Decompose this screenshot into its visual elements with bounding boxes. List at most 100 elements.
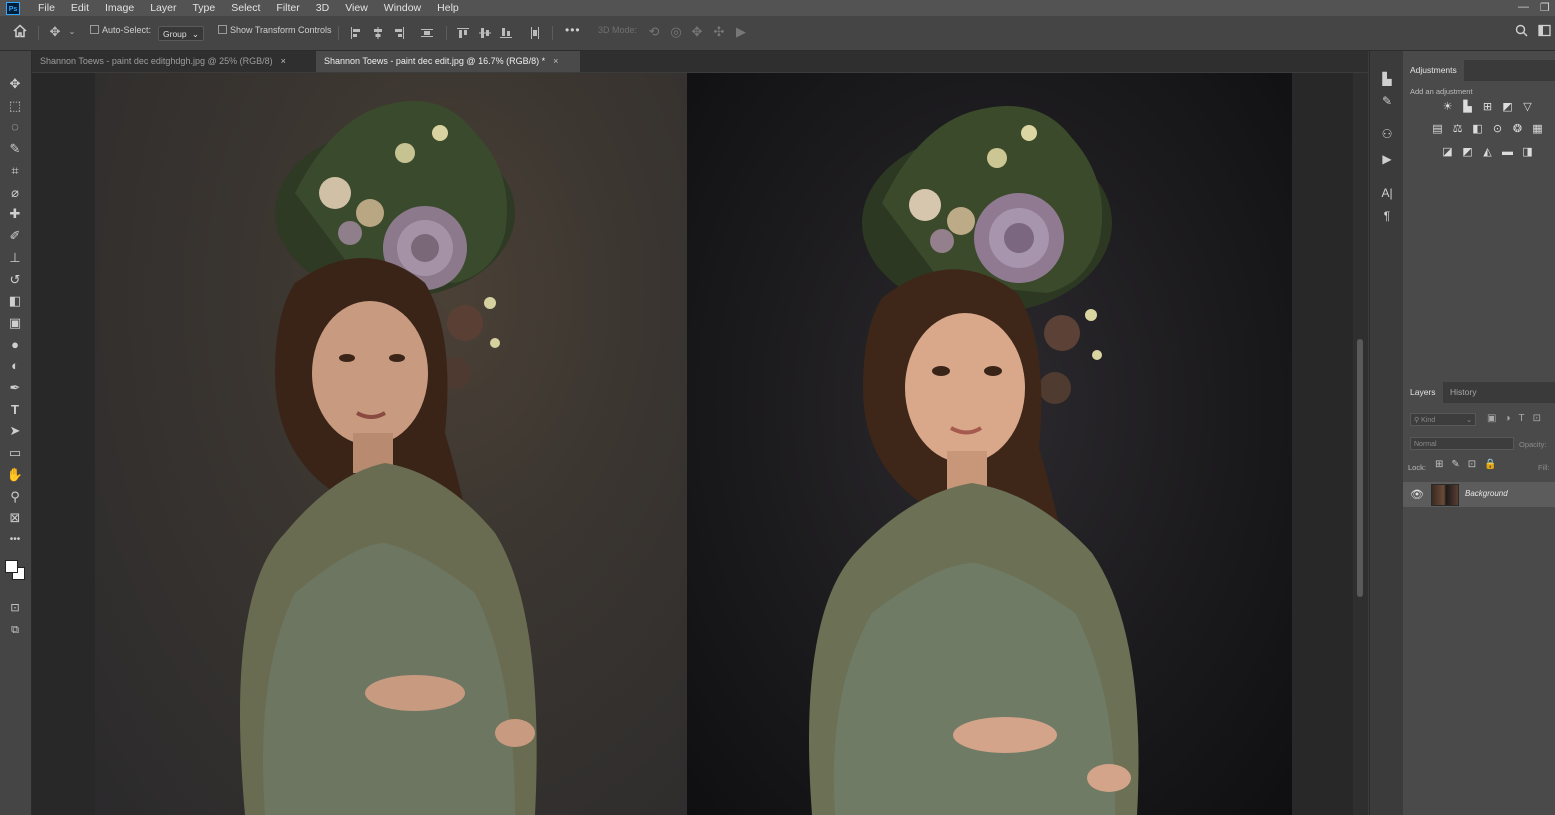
color-swatches[interactable]	[3, 553, 25, 583]
menu-layer[interactable]: Layer	[142, 2, 184, 14]
3d-roll-icon[interactable]: ◎	[668, 24, 684, 40]
search-icon[interactable]	[1513, 24, 1529, 40]
crop-tool[interactable]: ⌗	[5, 162, 25, 180]
tab-adjustments[interactable]: Adjustments	[1403, 60, 1464, 81]
foreground-color-swatch[interactable]	[5, 560, 18, 573]
posterize-icon[interactable]: ◩	[1461, 146, 1474, 158]
align-right-icon[interactable]	[393, 27, 405, 39]
clone-source-icon[interactable]: ⚇	[1378, 126, 1396, 142]
minimize-button[interactable]: —	[1518, 1, 1529, 13]
invert-icon[interactable]: ◪	[1441, 146, 1454, 158]
show-transform-checkbox[interactable]: Show Transform Controls	[218, 25, 332, 35]
color-balance-icon[interactable]: ⚖	[1451, 123, 1464, 135]
brush-settings-icon[interactable]: ✎	[1378, 93, 1396, 109]
lock-icons[interactable]: ⊞✎⊡🔒	[1435, 459, 1505, 470]
home-icon[interactable]	[12, 24, 28, 40]
3d-slide-icon[interactable]: ✣	[711, 24, 727, 40]
dodge-tool[interactable]: ◐	[5, 357, 25, 375]
threshold-icon[interactable]: ◭	[1481, 146, 1494, 158]
paragraph-icon[interactable]: ¶	[1378, 208, 1396, 224]
3d-camera-icon[interactable]: ▶	[733, 24, 749, 40]
align-top-icon[interactable]	[457, 27, 469, 39]
menu-window[interactable]: Window	[376, 2, 429, 14]
gradient-map-icon[interactable]: ▬	[1501, 146, 1514, 158]
layer-row-background[interactable]: 👁 Background	[1403, 482, 1555, 507]
character-icon[interactable]: A|	[1378, 185, 1396, 201]
align-left-icon[interactable]	[350, 27, 362, 39]
tab-document-1[interactable]: Shannon Toews - paint dec editghdgh.jpg …	[32, 51, 314, 72]
pen-tool[interactable]: ✒	[5, 379, 25, 397]
eyedropper-tool[interactable]: ⌀	[5, 184, 25, 202]
blur-tool[interactable]: ●	[5, 336, 25, 354]
quick-mask-icon[interactable]: ⊡	[5, 599, 25, 617]
exposure-icon[interactable]: ◩	[1501, 101, 1514, 113]
vibrance-icon[interactable]: ▽	[1521, 101, 1534, 113]
menu-help[interactable]: Help	[429, 2, 467, 14]
eye-icon[interactable]: 👁	[1410, 488, 1424, 501]
align-middle-icon[interactable]	[479, 27, 491, 39]
brush-tool[interactable]: ✐	[5, 227, 25, 245]
menu-select[interactable]: Select	[223, 2, 268, 14]
type-tool[interactable]: T	[5, 401, 25, 419]
workspace-icon[interactable]	[1536, 24, 1552, 40]
restore-button[interactable]: ❐	[1540, 1, 1550, 14]
layer-filter-kind[interactable]: ⚲ Kind ⌄	[1410, 413, 1476, 426]
marquee-tool[interactable]: ⬚	[5, 97, 25, 115]
move-tool[interactable]: ✥	[5, 75, 25, 93]
more-options-button[interactable]: •••	[565, 23, 581, 37]
align-center-icon[interactable]	[372, 27, 384, 39]
black-white-icon[interactable]: ◧	[1471, 123, 1484, 135]
history-brush-tool[interactable]: ↺	[5, 271, 25, 289]
distribute-icon[interactable]	[421, 27, 433, 39]
brightness-contrast-icon[interactable]: ☀	[1441, 101, 1454, 113]
3d-pan-icon[interactable]: ✥	[689, 24, 705, 40]
clone-stamp-tool[interactable]: ⊥	[5, 249, 25, 267]
shape-tool[interactable]: ▭	[5, 444, 25, 462]
hue-saturation-icon[interactable]: ▤	[1431, 123, 1444, 135]
vertical-scrollbar[interactable]	[1353, 73, 1368, 815]
healing-brush-tool[interactable]: ✚	[5, 205, 25, 223]
actions-play-icon[interactable]: ▶	[1378, 151, 1396, 167]
menu-file[interactable]: File	[30, 2, 63, 14]
zoom-tool[interactable]: ⚲	[5, 488, 25, 506]
layer-filter-icons[interactable]: ▣◑T⊡	[1487, 413, 1549, 424]
auto-select-target-dropdown[interactable]: Group ⌄	[158, 26, 204, 41]
chevron-down-icon[interactable]: ⌄	[64, 24, 80, 40]
tab-layers[interactable]: Layers	[1403, 382, 1443, 403]
align-bottom-icon[interactable]	[500, 27, 512, 39]
menu-3d[interactable]: 3D	[308, 2, 337, 14]
screen-mode-icon[interactable]: ⧉	[5, 621, 25, 639]
auto-select-checkbox[interactable]: Auto-Select:	[90, 25, 151, 35]
move-icon[interactable]: ✥	[47, 24, 63, 40]
canvas[interactable]	[32, 73, 1368, 815]
curves-icon[interactable]: ⊞	[1481, 101, 1494, 113]
menu-image[interactable]: Image	[97, 2, 142, 14]
gradient-tool[interactable]: ▣	[5, 314, 25, 332]
quick-select-tool[interactable]: ✎	[5, 140, 25, 158]
close-icon[interactable]: ×	[281, 56, 286, 66]
menu-edit[interactable]: Edit	[63, 2, 97, 14]
lasso-tool[interactable]: ◌	[5, 118, 25, 136]
more-tools[interactable]: •••	[5, 531, 25, 549]
tab-document-2[interactable]: Shannon Toews - paint dec edit.jpg @ 16.…	[316, 51, 580, 72]
frame-tool[interactable]: ⊠	[5, 509, 25, 527]
hand-tool[interactable]: ✋	[5, 466, 25, 484]
photo-filter-icon[interactable]: ⊙	[1491, 123, 1504, 135]
close-icon[interactable]: ×	[553, 56, 558, 66]
histogram-icon[interactable]: ▙	[1378, 71, 1396, 87]
path-select-tool[interactable]: ➤	[5, 422, 25, 440]
eraser-tool[interactable]: ◧	[5, 292, 25, 310]
separator	[552, 26, 553, 40]
distribute-vertical-icon[interactable]	[529, 27, 541, 39]
blend-mode-dropdown[interactable]: Normal	[1410, 437, 1514, 450]
tab-history[interactable]: History	[1443, 382, 1483, 403]
menu-filter[interactable]: Filter	[268, 2, 307, 14]
color-lookup-icon[interactable]: ▦	[1531, 123, 1544, 135]
menu-type[interactable]: Type	[184, 2, 223, 14]
scrollbar-thumb[interactable]	[1357, 339, 1363, 597]
channel-mixer-icon[interactable]: ❂	[1511, 123, 1524, 135]
menu-view[interactable]: View	[337, 2, 376, 14]
selective-color-icon[interactable]: ◨	[1521, 146, 1534, 158]
3d-orbit-icon[interactable]: ⟲	[646, 24, 662, 40]
levels-icon[interactable]: ▙	[1461, 101, 1474, 113]
